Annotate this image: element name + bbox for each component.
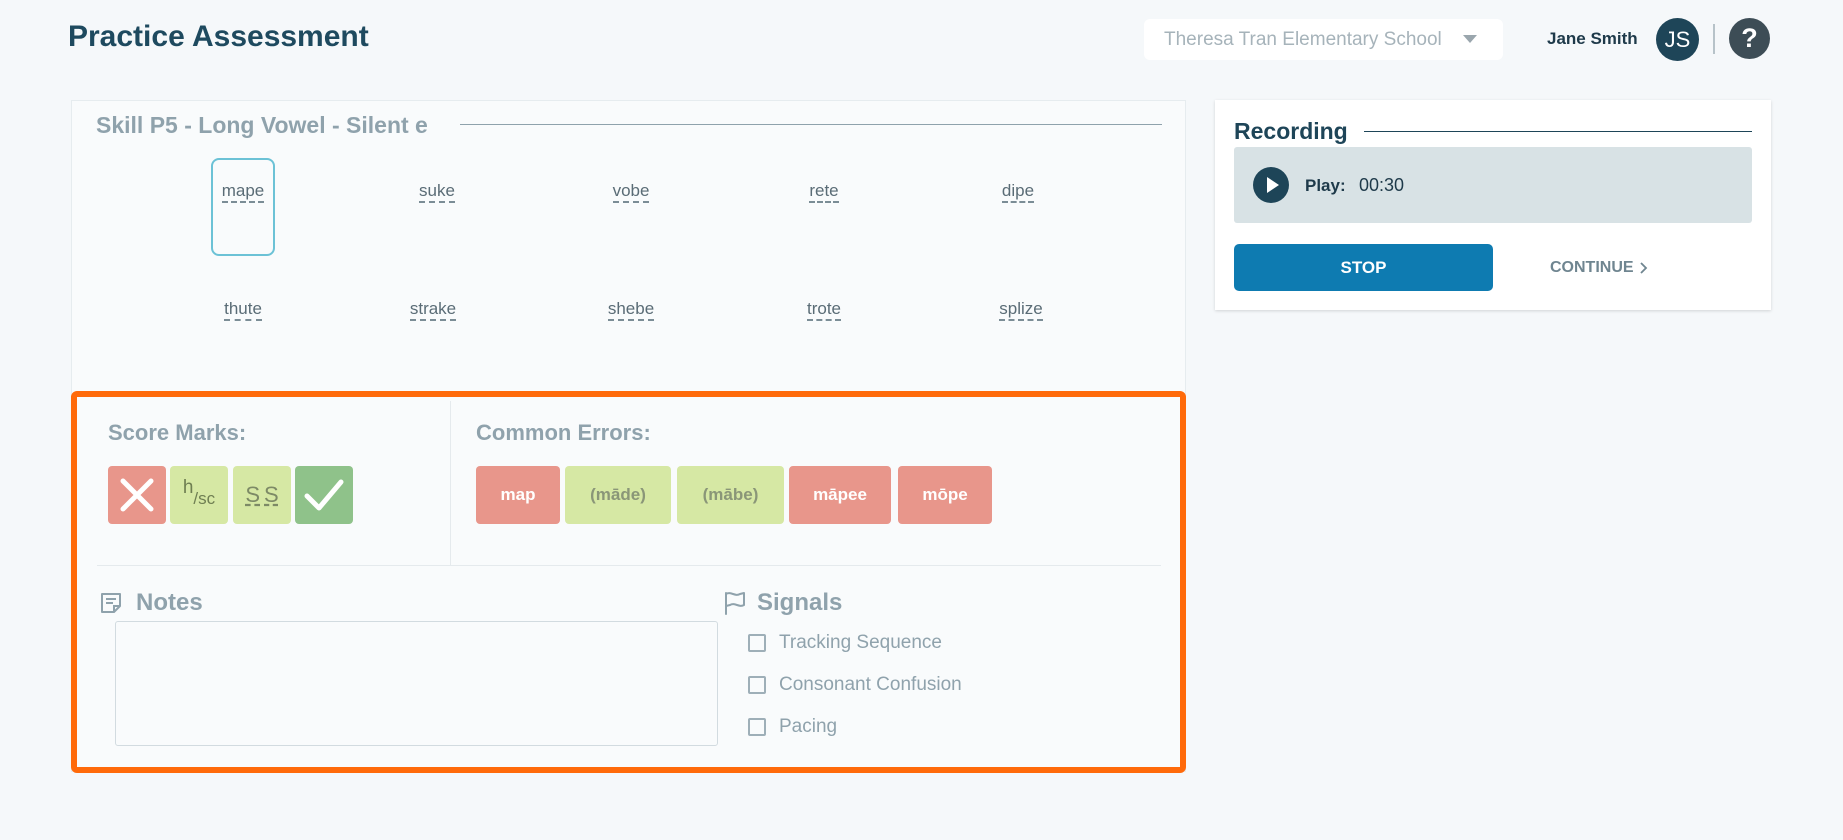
recording-title: Recording bbox=[1234, 118, 1360, 145]
ss-right: S bbox=[264, 482, 279, 507]
error-option[interactable]: map bbox=[476, 466, 560, 524]
score-marks-label: Score Marks: bbox=[108, 420, 247, 445]
score-ss-button[interactable]: SS bbox=[233, 466, 291, 524]
signals-label: Signals bbox=[757, 589, 843, 616]
chevron-down-icon bbox=[1463, 35, 1477, 43]
skill-title: Skill P5 - Long Vowel - Silent e bbox=[96, 112, 440, 139]
word-card[interactable]: suke bbox=[405, 158, 469, 256]
checkbox[interactable] bbox=[748, 718, 766, 736]
checkbox[interactable] bbox=[748, 676, 766, 694]
header-divider bbox=[1713, 24, 1715, 54]
ss-left: S bbox=[245, 482, 260, 507]
school-select-value: Theresa Tran Elementary School bbox=[1164, 28, 1442, 50]
play-label: Play: bbox=[1305, 176, 1346, 195]
word-card[interactable]: dipe bbox=[986, 158, 1050, 256]
chevron-right-icon bbox=[1639, 261, 1647, 274]
continue-button[interactable]: CONTINUE bbox=[1550, 244, 1650, 291]
word-card[interactable]: rete bbox=[792, 158, 856, 256]
avatar[interactable]: JS bbox=[1656, 18, 1699, 61]
word-card[interactable]: vobe bbox=[599, 158, 663, 256]
play-icon[interactable] bbox=[1253, 167, 1289, 203]
signal-checkbox-consonant-confusion[interactable]: Consonant Confusion bbox=[748, 674, 962, 696]
help-button[interactable]: ? bbox=[1729, 18, 1770, 59]
check-icon bbox=[304, 479, 344, 511]
word-card-selected[interactable]: mape bbox=[211, 158, 275, 256]
common-errors-label: Common Errors: bbox=[476, 420, 651, 445]
notes-textarea[interactable] bbox=[115, 621, 718, 746]
stop-button[interactable]: STOP bbox=[1234, 244, 1493, 291]
flag-icon bbox=[725, 592, 745, 615]
skill-title-rule bbox=[460, 124, 1162, 125]
signal-label: Consonant Confusion bbox=[779, 674, 962, 695]
word-text: shebe bbox=[607, 299, 655, 321]
section-divider-vertical bbox=[450, 401, 451, 565]
word-card[interactable]: strake bbox=[400, 276, 466, 374]
user-name: Jane Smith bbox=[1547, 29, 1638, 48]
notes-label: Notes bbox=[136, 589, 203, 616]
word-text: mape bbox=[221, 181, 265, 203]
x-icon bbox=[120, 478, 154, 512]
notes-icon bbox=[101, 593, 121, 613]
section-divider-horizontal bbox=[97, 565, 1161, 566]
signal-checkbox-pacing[interactable]: Pacing bbox=[748, 716, 837, 738]
hsc-h: h bbox=[182, 477, 194, 498]
word-card[interactable]: trote bbox=[792, 276, 856, 374]
word-text: splize bbox=[999, 299, 1043, 321]
word-text: trote bbox=[806, 299, 842, 321]
word-text: strake bbox=[409, 299, 457, 321]
play-time: 00:30 bbox=[1359, 175, 1405, 195]
recording-title-rule bbox=[1364, 131, 1752, 132]
school-select[interactable]: Theresa Tran Elementary School bbox=[1144, 19, 1503, 60]
word-text: vobe bbox=[612, 181, 650, 203]
score-hsc-button[interactable]: h/sc bbox=[170, 466, 228, 524]
continue-label: CONTINUE bbox=[1550, 258, 1634, 276]
signal-label: Pacing bbox=[779, 716, 838, 737]
word-text: suke bbox=[419, 181, 455, 203]
checkbox[interactable] bbox=[748, 634, 766, 652]
signal-checkbox-tracking-sequence[interactable]: Tracking Sequence bbox=[748, 632, 942, 654]
word-card[interactable]: thute bbox=[206, 276, 280, 374]
error-option[interactable]: māpee bbox=[789, 466, 891, 524]
word-card[interactable]: splize bbox=[986, 276, 1056, 374]
word-card[interactable]: shebe bbox=[598, 276, 664, 374]
signal-label: Tracking Sequence bbox=[779, 632, 943, 653]
error-option[interactable]: mōpe bbox=[898, 466, 992, 524]
word-text: rete bbox=[809, 181, 839, 203]
score-correct-button[interactable] bbox=[295, 466, 353, 524]
word-text: dipe bbox=[1001, 181, 1035, 203]
hsc-sc: /sc bbox=[193, 489, 216, 508]
error-option[interactable]: (mābe) bbox=[677, 466, 784, 524]
page-title: Practice Assessment bbox=[68, 20, 369, 53]
word-text: thute bbox=[224, 299, 262, 321]
score-incorrect-button[interactable] bbox=[108, 466, 166, 524]
error-option[interactable]: (māde) bbox=[565, 466, 671, 524]
